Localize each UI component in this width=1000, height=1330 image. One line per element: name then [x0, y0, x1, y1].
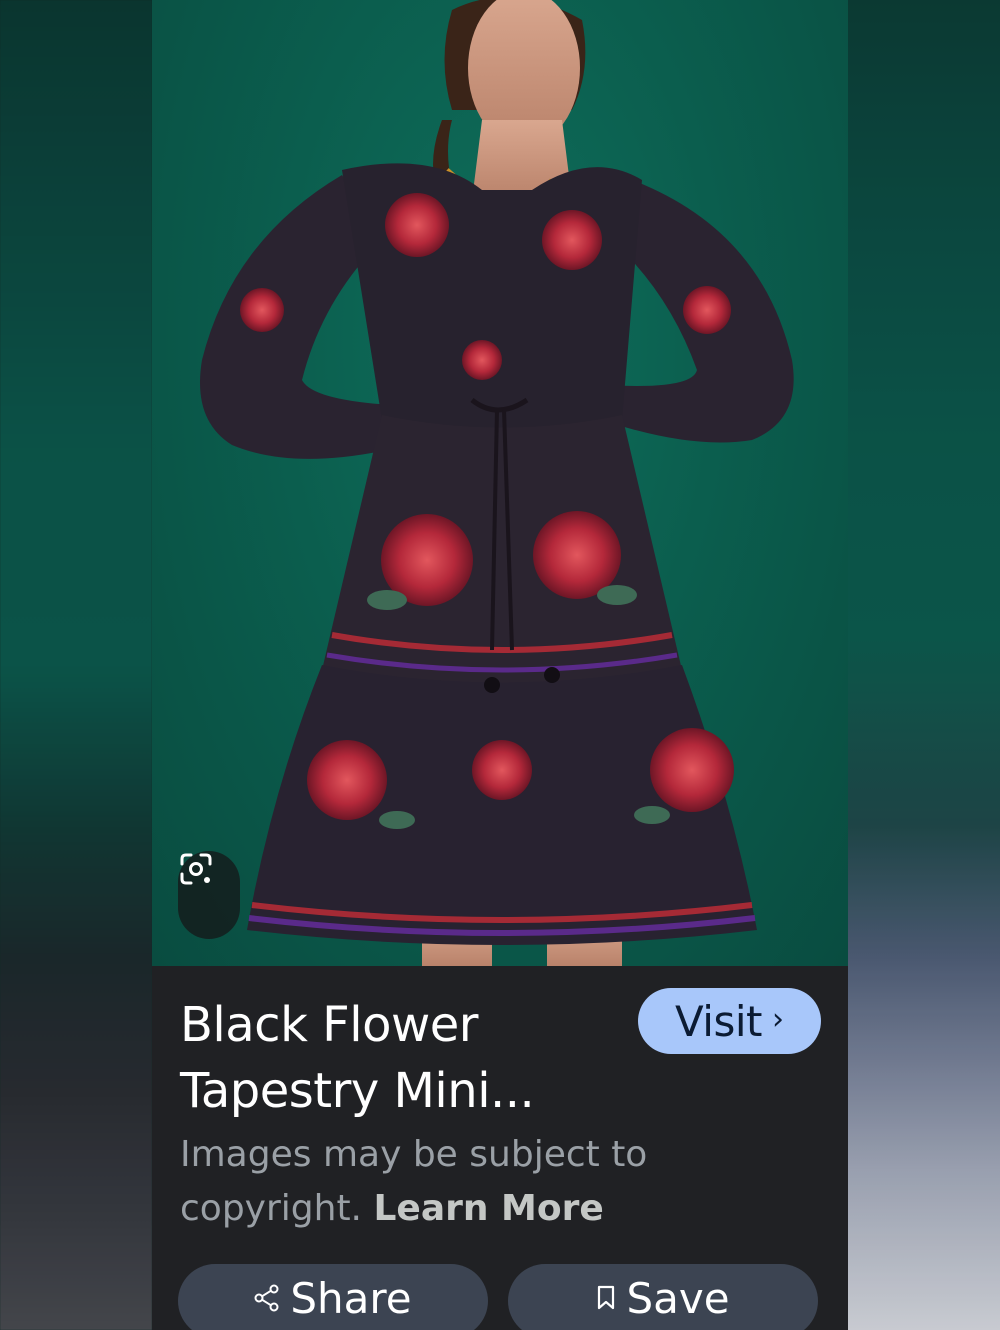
copyright-notice: Images may be subject to copyright. Lear…	[180, 1128, 740, 1236]
learn-more-link[interactable]: Learn More	[373, 1188, 603, 1229]
action-row: Share Save	[178, 1264, 822, 1330]
image-result-card: Black Flower Tapestry Mini... Visit › Im…	[152, 0, 848, 1330]
google-lens-button[interactable]	[178, 851, 240, 939]
save-label: Save	[626, 1273, 730, 1323]
dress-illustration	[200, 0, 794, 966]
share-icon	[254, 1284, 279, 1312]
blurred-backdrop-right	[848, 0, 1000, 1330]
image-viewer: Black Flower Tapestry Mini... Visit › Im…	[0, 0, 1000, 1330]
product-photo[interactable]	[152, 0, 848, 966]
visit-button[interactable]: Visit ›	[638, 988, 821, 1054]
chevron-right-icon: ›	[772, 1001, 784, 1037]
result-info-panel: Black Flower Tapestry Mini... Visit › Im…	[152, 966, 848, 1330]
blurred-backdrop-left	[0, 0, 152, 1330]
bookmark-icon	[598, 1285, 615, 1310]
result-title[interactable]: Black Flower Tapestry Mini...	[180, 992, 610, 1124]
save-button[interactable]: Save	[508, 1264, 818, 1330]
google-lens-icon	[180, 853, 212, 885]
share-label: Share	[290, 1273, 412, 1323]
visit-label: Visit	[675, 996, 763, 1046]
share-button[interactable]: Share	[178, 1264, 488, 1330]
